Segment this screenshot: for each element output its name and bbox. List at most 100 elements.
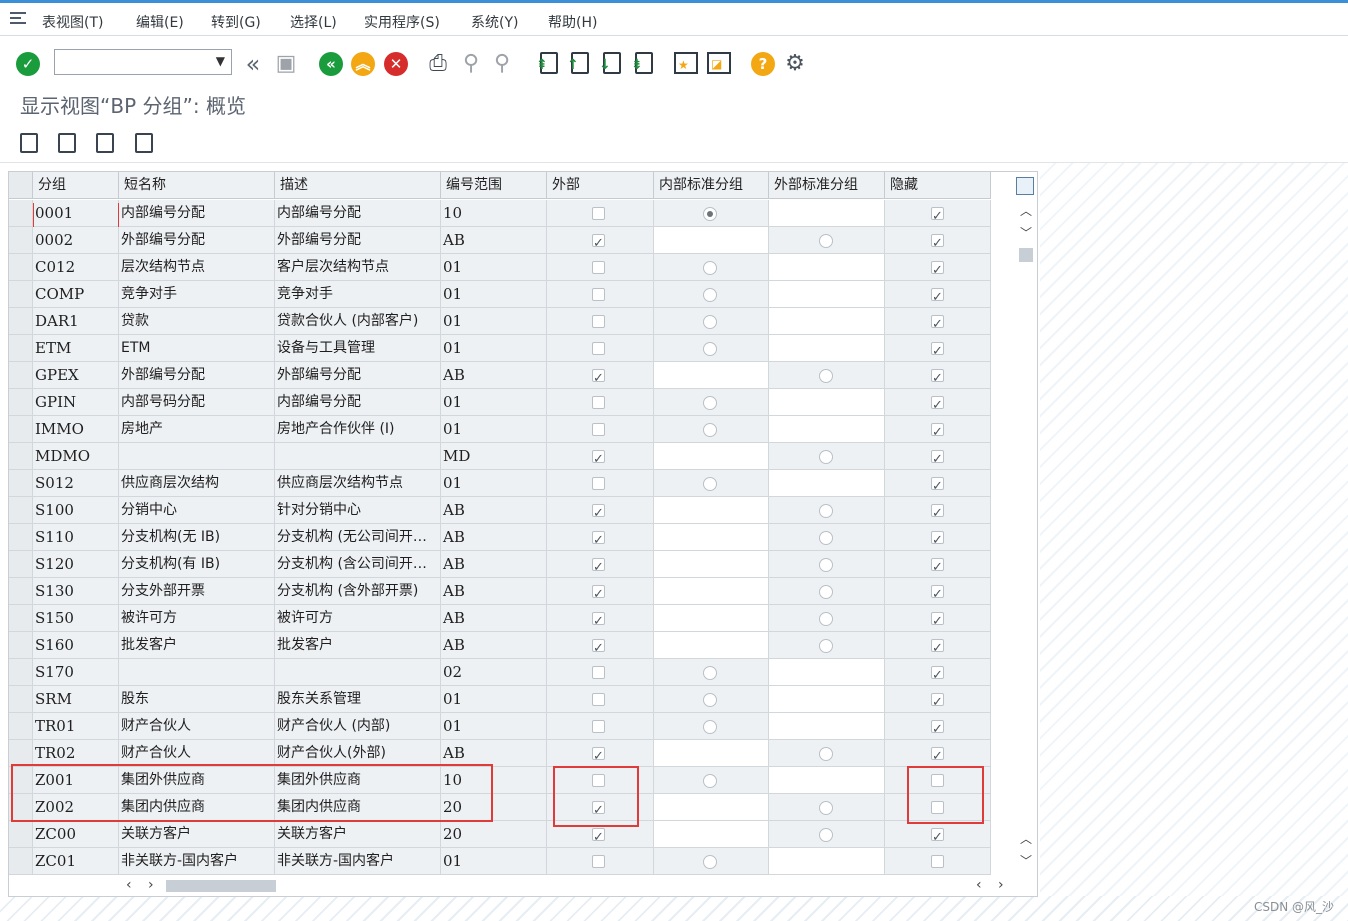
column-header-description[interactable]: 描述 xyxy=(275,172,441,199)
external-checkbox[interactable] xyxy=(592,446,605,469)
create-session-icon[interactable]: ★ xyxy=(674,52,698,74)
internal-standard-radio[interactable] xyxy=(703,720,717,734)
page-up-icon[interactable]: ︿ xyxy=(1015,830,1037,848)
first-page-icon[interactable]: ⇞ xyxy=(536,52,558,74)
shortcut-icon[interactable]: ◪ xyxy=(707,52,731,74)
external-checkbox[interactable] xyxy=(592,824,605,847)
row-selector[interactable] xyxy=(9,632,33,659)
vertical-scroll-thumb[interactable] xyxy=(1019,248,1033,262)
row-selector[interactable] xyxy=(9,686,33,713)
external-standard-radio[interactable] xyxy=(819,531,833,545)
row-selector[interactable] xyxy=(9,308,33,335)
external-checkbox[interactable] xyxy=(592,500,605,523)
external-checkbox[interactable] xyxy=(592,743,605,766)
external-checkbox[interactable] xyxy=(592,855,605,868)
external-standard-radio[interactable] xyxy=(819,504,833,518)
row-selector[interactable] xyxy=(9,443,33,470)
column-header-external[interactable]: 外部 xyxy=(547,172,654,199)
menu-table-view[interactable]: 表视图(T) xyxy=(42,12,103,32)
external-checkbox[interactable] xyxy=(592,207,605,220)
external-checkbox[interactable] xyxy=(592,315,605,328)
column-header-short-name[interactable]: 短名称 xyxy=(119,172,275,199)
row-selector[interactable] xyxy=(9,713,33,740)
scroll-left-icon[interactable]: ‹ xyxy=(126,876,132,894)
scroll-right-icon[interactable]: › xyxy=(148,876,154,894)
hidden-checkbox[interactable] xyxy=(931,608,944,631)
external-standard-radio[interactable] xyxy=(819,612,833,626)
change-display-icon[interactable] xyxy=(58,133,76,153)
external-checkbox[interactable] xyxy=(592,554,605,577)
external-checkbox[interactable] xyxy=(592,666,605,679)
internal-standard-radio[interactable] xyxy=(703,774,717,788)
hidden-checkbox[interactable] xyxy=(931,365,944,388)
row-selector[interactable] xyxy=(9,848,33,875)
external-standard-radio[interactable] xyxy=(819,558,833,572)
external-standard-radio[interactable] xyxy=(819,585,833,599)
external-checkbox[interactable] xyxy=(592,527,605,550)
hidden-checkbox[interactable] xyxy=(931,689,944,712)
hidden-checkbox[interactable] xyxy=(931,392,944,415)
hidden-checkbox[interactable] xyxy=(931,500,944,523)
scroll-up-icon[interactable]: ︿ xyxy=(1015,202,1037,220)
row-selector[interactable] xyxy=(9,578,33,605)
history-back-icon[interactable]: « xyxy=(241,52,265,76)
hidden-checkbox[interactable] xyxy=(931,473,944,496)
row-selector[interactable] xyxy=(9,254,33,281)
external-checkbox[interactable] xyxy=(592,608,605,631)
row-selector[interactable] xyxy=(9,470,33,497)
external-standard-radio[interactable] xyxy=(819,639,833,653)
internal-standard-radio[interactable] xyxy=(703,666,717,680)
external-checkbox[interactable] xyxy=(592,288,605,301)
external-standard-radio[interactable] xyxy=(819,450,833,464)
external-checkbox[interactable] xyxy=(592,342,605,355)
column-header-number-range[interactable]: 编号范围 xyxy=(441,172,547,199)
hidden-checkbox[interactable] xyxy=(931,230,944,253)
hidden-checkbox[interactable] xyxy=(931,554,944,577)
select-all-icon[interactable] xyxy=(96,133,114,153)
scroll-down-icon[interactable]: ﹀ xyxy=(1015,224,1037,242)
internal-standard-radio[interactable] xyxy=(703,315,717,329)
row-selector[interactable] xyxy=(9,200,33,227)
hidden-checkbox[interactable] xyxy=(931,855,944,868)
hidden-checkbox[interactable] xyxy=(931,743,944,766)
menu-list-icon[interactable] xyxy=(10,12,26,25)
print-icon[interactable]: ⎙ xyxy=(426,52,450,76)
help-icon[interactable]: ? xyxy=(751,52,775,76)
internal-standard-radio[interactable] xyxy=(703,288,717,302)
page-down-icon[interactable]: ﹀ xyxy=(1015,852,1037,870)
row-selector[interactable] xyxy=(9,497,33,524)
last-page-icon[interactable]: ⇟ xyxy=(631,52,653,74)
hidden-checkbox[interactable] xyxy=(931,257,944,280)
previous-page-icon[interactable]: ↑ xyxy=(567,52,589,74)
hidden-checkbox[interactable] xyxy=(931,716,944,739)
internal-standard-radio[interactable] xyxy=(703,423,717,437)
scroll-far-left-icon[interactable]: ‹ xyxy=(976,876,982,894)
details-icon[interactable] xyxy=(20,133,38,153)
next-page-icon[interactable]: ↓ xyxy=(599,52,621,74)
save-icon[interactable]: ▣ xyxy=(274,52,298,76)
menu-edit[interactable]: 编辑(E) xyxy=(136,12,184,32)
external-standard-radio[interactable] xyxy=(819,234,833,248)
vertical-scrollbar[interactable]: ︿ ﹀ ︿ ﹀ xyxy=(1015,172,1037,872)
external-standard-radio[interactable] xyxy=(819,747,833,761)
external-checkbox[interactable] xyxy=(592,720,605,733)
menu-utilities[interactable]: 实用程序(S) xyxy=(364,12,440,32)
row-selector[interactable] xyxy=(9,740,33,767)
external-checkbox[interactable] xyxy=(592,423,605,436)
external-checkbox[interactable] xyxy=(592,230,605,253)
internal-standard-radio[interactable] xyxy=(703,693,717,707)
row-selector[interactable] xyxy=(9,362,33,389)
find-icon[interactable]: ⚲ xyxy=(459,52,483,76)
column-header-internal-standard[interactable]: 内部标准分组 xyxy=(654,172,769,199)
row-selector[interactable] xyxy=(9,281,33,308)
column-header-hidden[interactable]: 隐藏 xyxy=(885,172,991,199)
settings-gear-icon[interactable]: ⚙ xyxy=(783,52,807,76)
external-checkbox[interactable] xyxy=(592,396,605,409)
internal-standard-radio[interactable] xyxy=(703,207,717,221)
menu-select[interactable]: 选择(L) xyxy=(290,12,337,32)
chevron-down-icon[interactable]: ▼ xyxy=(216,54,225,68)
hidden-checkbox[interactable] xyxy=(931,446,944,469)
external-checkbox[interactable] xyxy=(592,365,605,388)
cancel-icon[interactable]: ✕ xyxy=(384,52,408,76)
internal-standard-radio[interactable] xyxy=(703,396,717,410)
